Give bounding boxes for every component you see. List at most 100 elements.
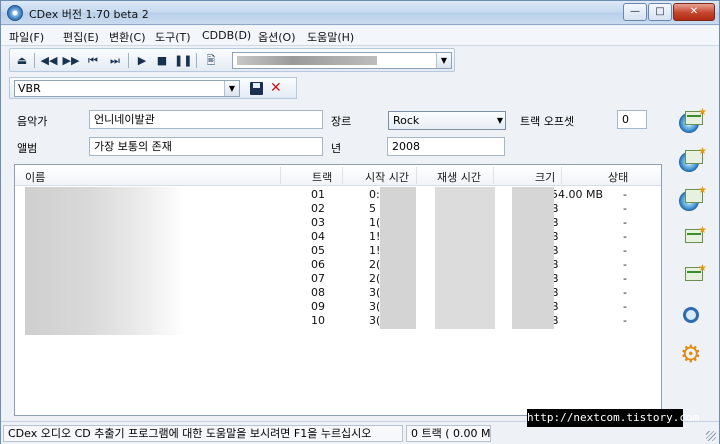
track-cell-status: - <box>623 272 627 285</box>
column-header-name[interactable]: 이름 <box>25 169 45 185</box>
track-cell-start: 3( <box>369 286 381 299</box>
column-divider[interactable] <box>561 167 562 184</box>
cdex-app-icon[interactable] <box>7 5 23 21</box>
next-track-icon[interactable]: ⏭ <box>106 53 124 68</box>
track-cell-track: 05 <box>311 244 325 257</box>
album-label: 앨범 <box>17 142 38 155</box>
delete-profile-icon[interactable]: ✕ <box>270 79 282 97</box>
convert-mp3-to-wav-icon[interactable]: ★ <box>677 264 707 294</box>
menu-convert[interactable]: 변환(C) <box>109 29 146 45</box>
track-cell-track: 04 <box>311 230 325 243</box>
cd-info-icon[interactable]: 🖹 <box>202 53 220 68</box>
track-cell-start: 5 <box>369 202 376 215</box>
start-times-blurred <box>380 187 416 329</box>
save-profile-icon[interactable] <box>250 82 263 95</box>
column-header-size[interactable]: 크기 <box>535 169 555 185</box>
toolbar-separator <box>34 53 35 68</box>
extract-partial-icon[interactable]: ★ <box>677 186 707 216</box>
chevron-down-icon[interactable]: ▼ <box>497 115 503 126</box>
cd-drive-select[interactable]: ▼ <box>232 52 452 69</box>
menu-bar: 파일(F) 편집(E) 변환(C) 도구(T) CDDB(D) 옵션(O) 도움… <box>1 26 719 46</box>
track-cell-status: - <box>623 216 627 229</box>
menu-options[interactable]: 옵션(O) <box>258 29 295 45</box>
track-offset-field[interactable]: 0 <box>617 110 647 129</box>
star-icon: ★ <box>698 225 707 236</box>
toolbar-separator <box>196 53 197 68</box>
genre-select[interactable]: Rock ▼ <box>388 111 506 130</box>
column-divider[interactable] <box>416 167 417 184</box>
menu-edit[interactable]: 편집(E) <box>63 29 99 45</box>
track-cell-size: 54.00 MB <box>551 188 604 201</box>
play-icon[interactable]: ▶ <box>134 53 150 68</box>
column-header-start[interactable]: 시작 시간 <box>365 169 409 185</box>
url-watermark: http://nextcom.tistory.com <box>527 409 699 427</box>
column-header-length[interactable]: 재생 시간 <box>437 169 481 185</box>
status-track-count: 0 트랙 ( 0.00 MB <box>406 425 491 442</box>
menu-file[interactable]: 파일(F) <box>9 29 44 45</box>
convert-wav-to-mp3-icon[interactable]: ★ <box>677 226 707 256</box>
column-header-track[interactable]: 트랙 <box>312 169 332 185</box>
track-cell-start: 1( <box>369 216 381 229</box>
track-cell-status: - <box>623 314 627 327</box>
track-list-header: 이름 트랙 시작 시간 재생 시간 크기 상태 <box>15 165 661 186</box>
track-cell-start: 2( <box>369 258 381 271</box>
track-cell-track: 02 <box>311 202 325 215</box>
column-divider[interactable] <box>493 167 494 184</box>
extract-to-mp3-icon[interactable]: ★ <box>677 147 707 177</box>
resize-grip[interactable] <box>706 431 716 441</box>
title-bar[interactable]: CDex 버전 1.70 beta 2 — □ ✕ <box>1 1 719 25</box>
window-title: CDex 버전 1.70 beta 2 <box>29 8 149 21</box>
star-icon: ★ <box>698 263 707 274</box>
track-cell-status: - <box>623 244 627 257</box>
album-field[interactable]: 가장 보통의 존재 <box>89 137 323 156</box>
sizes-blurred <box>512 187 554 329</box>
menu-tools[interactable]: 도구(T) <box>155 29 191 45</box>
track-cell-track: 03 <box>311 216 325 229</box>
stop-icon[interactable]: ■ <box>154 53 170 68</box>
track-cell-track: 01 <box>311 188 325 201</box>
star-icon: ★ <box>698 107 707 118</box>
menu-cddb[interactable]: CDDB(D) <box>202 29 251 42</box>
track-cell-track: 07 <box>311 272 325 285</box>
status-help-text: CDex 오디오 CD 추출기 프로그램에 대한 도움말을 보시려면 F1을 누… <box>3 425 403 442</box>
close-button[interactable]: ✕ <box>673 3 715 21</box>
column-header-status[interactable]: 상태 <box>608 169 628 185</box>
eject-icon[interactable]: ⏏ <box>14 53 30 68</box>
chevron-down-icon[interactable]: ▼ <box>436 53 451 68</box>
pause-icon[interactable]: ❚❚ <box>174 53 192 68</box>
settings-gear-icon[interactable]: ⚙ <box>677 339 707 369</box>
minimize-button[interactable]: — <box>623 3 647 21</box>
lengths-blurred <box>435 187 495 329</box>
column-divider[interactable] <box>342 167 343 184</box>
track-cell-track: 08 <box>311 286 325 299</box>
track-cell-status: - <box>623 230 627 243</box>
track-cell-status: - <box>623 300 627 313</box>
track-cell-start: 3( <box>369 314 381 327</box>
menu-help[interactable]: 도움말(H) <box>307 29 354 45</box>
toolbar-separator <box>128 53 129 68</box>
rewind-icon[interactable]: ◀◀ <box>40 53 58 68</box>
extract-to-wav-icon[interactable]: ★ <box>677 108 707 138</box>
track-offset-label: 트랙 오프셋 <box>520 115 575 128</box>
fast-forward-icon[interactable]: ▶▶ <box>62 53 80 68</box>
maximize-button[interactable]: □ <box>648 3 672 21</box>
track-cell-start: 2( <box>369 272 381 285</box>
cddb-query-icon[interactable] <box>677 303 707 333</box>
track-cell-start: 3( <box>369 300 381 313</box>
chevron-down-icon[interactable]: ▼ <box>224 81 239 96</box>
artist-field[interactable]: 언니네이발관 <box>89 110 323 129</box>
track-cell-track: 06 <box>311 258 325 271</box>
star-icon: ★ <box>698 185 707 196</box>
genre-label: 장르 <box>331 115 352 128</box>
drive-name-blurred <box>237 56 377 65</box>
track-cell-start: 1! <box>369 244 381 257</box>
track-cell-status: - <box>623 286 627 299</box>
track-cell-track: 09 <box>311 300 325 313</box>
encoder-profile-select[interactable]: VBR ▼ <box>14 80 240 97</box>
column-divider[interactable] <box>280 167 281 184</box>
previous-track-icon[interactable]: ⏮ <box>84 53 102 68</box>
magnifier-icon <box>683 307 699 323</box>
year-field[interactable]: 2008 <box>387 137 505 156</box>
track-list[interactable]: 이름 트랙 시작 시간 재생 시간 크기 상태 10 3(B -09 3(B -08 3(… <box>14 164 662 416</box>
action-sidebar: ★ ★ ★ ★ ★ ⚙ <box>673 104 713 374</box>
